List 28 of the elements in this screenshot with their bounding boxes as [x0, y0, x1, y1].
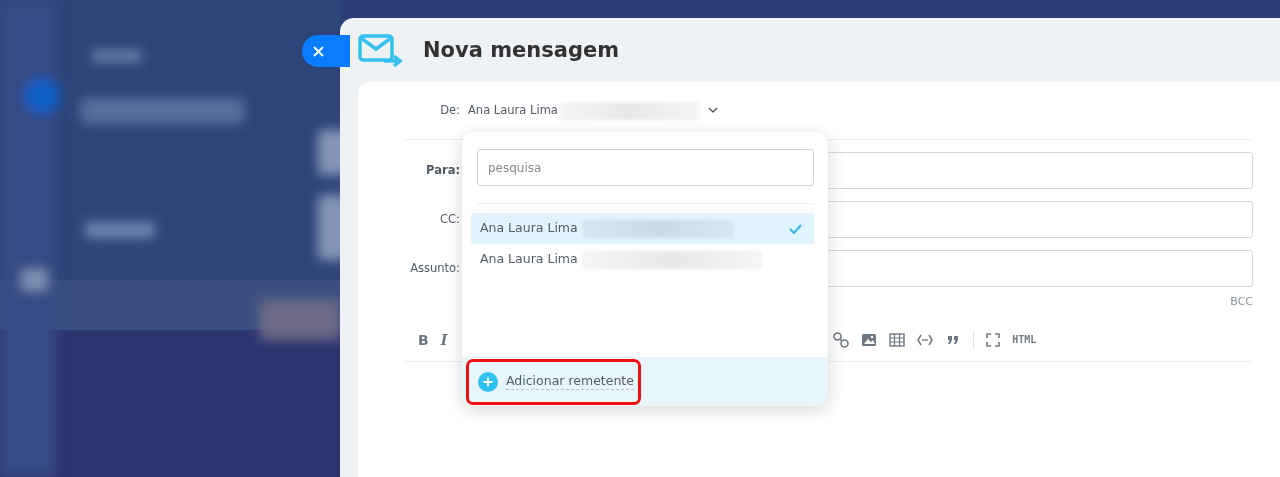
bcc-link[interactable]: BCC: [1230, 295, 1253, 308]
bold-button[interactable]: B: [418, 332, 429, 347]
window-title: Nova mensagem: [423, 38, 620, 64]
close-button[interactable]: [302, 35, 350, 67]
italic-button[interactable]: I: [440, 332, 448, 347]
table-icon: [889, 331, 906, 348]
field-label: De:: [439, 101, 461, 119]
link-icon: [833, 331, 850, 348]
field-label: CC:: [439, 210, 461, 228]
field-label: Para:: [425, 161, 461, 179]
close-icon: [313, 45, 324, 57]
add-sender-button[interactable]: Adicionar remetente: [478, 371, 634, 392]
envelope-arrow-icon: [358, 34, 403, 68]
plus-icon: [478, 371, 498, 392]
html-button[interactable]: HTML: [1012, 334, 1037, 345]
sender-option[interactable]: Ana Laura Lima: [471, 213, 814, 244]
fullscreen-button[interactable]: [986, 332, 1001, 347]
table-button[interactable]: [889, 331, 906, 348]
sender-option[interactable]: Ana Laura Lima: [471, 244, 814, 275]
chevron-down-icon: [707, 107, 718, 114]
image-icon: [861, 331, 878, 348]
checkmark-icon: [789, 223, 802, 234]
expand-icon: [986, 333, 1001, 347]
sender-select[interactable]: Ana Laura Lima: [468, 101, 718, 120]
search-field[interactable]: pesquisa: [477, 149, 814, 186]
image-button[interactable]: [861, 331, 878, 348]
link-button[interactable]: [833, 331, 850, 348]
field-label: Assunto:: [409, 259, 461, 277]
